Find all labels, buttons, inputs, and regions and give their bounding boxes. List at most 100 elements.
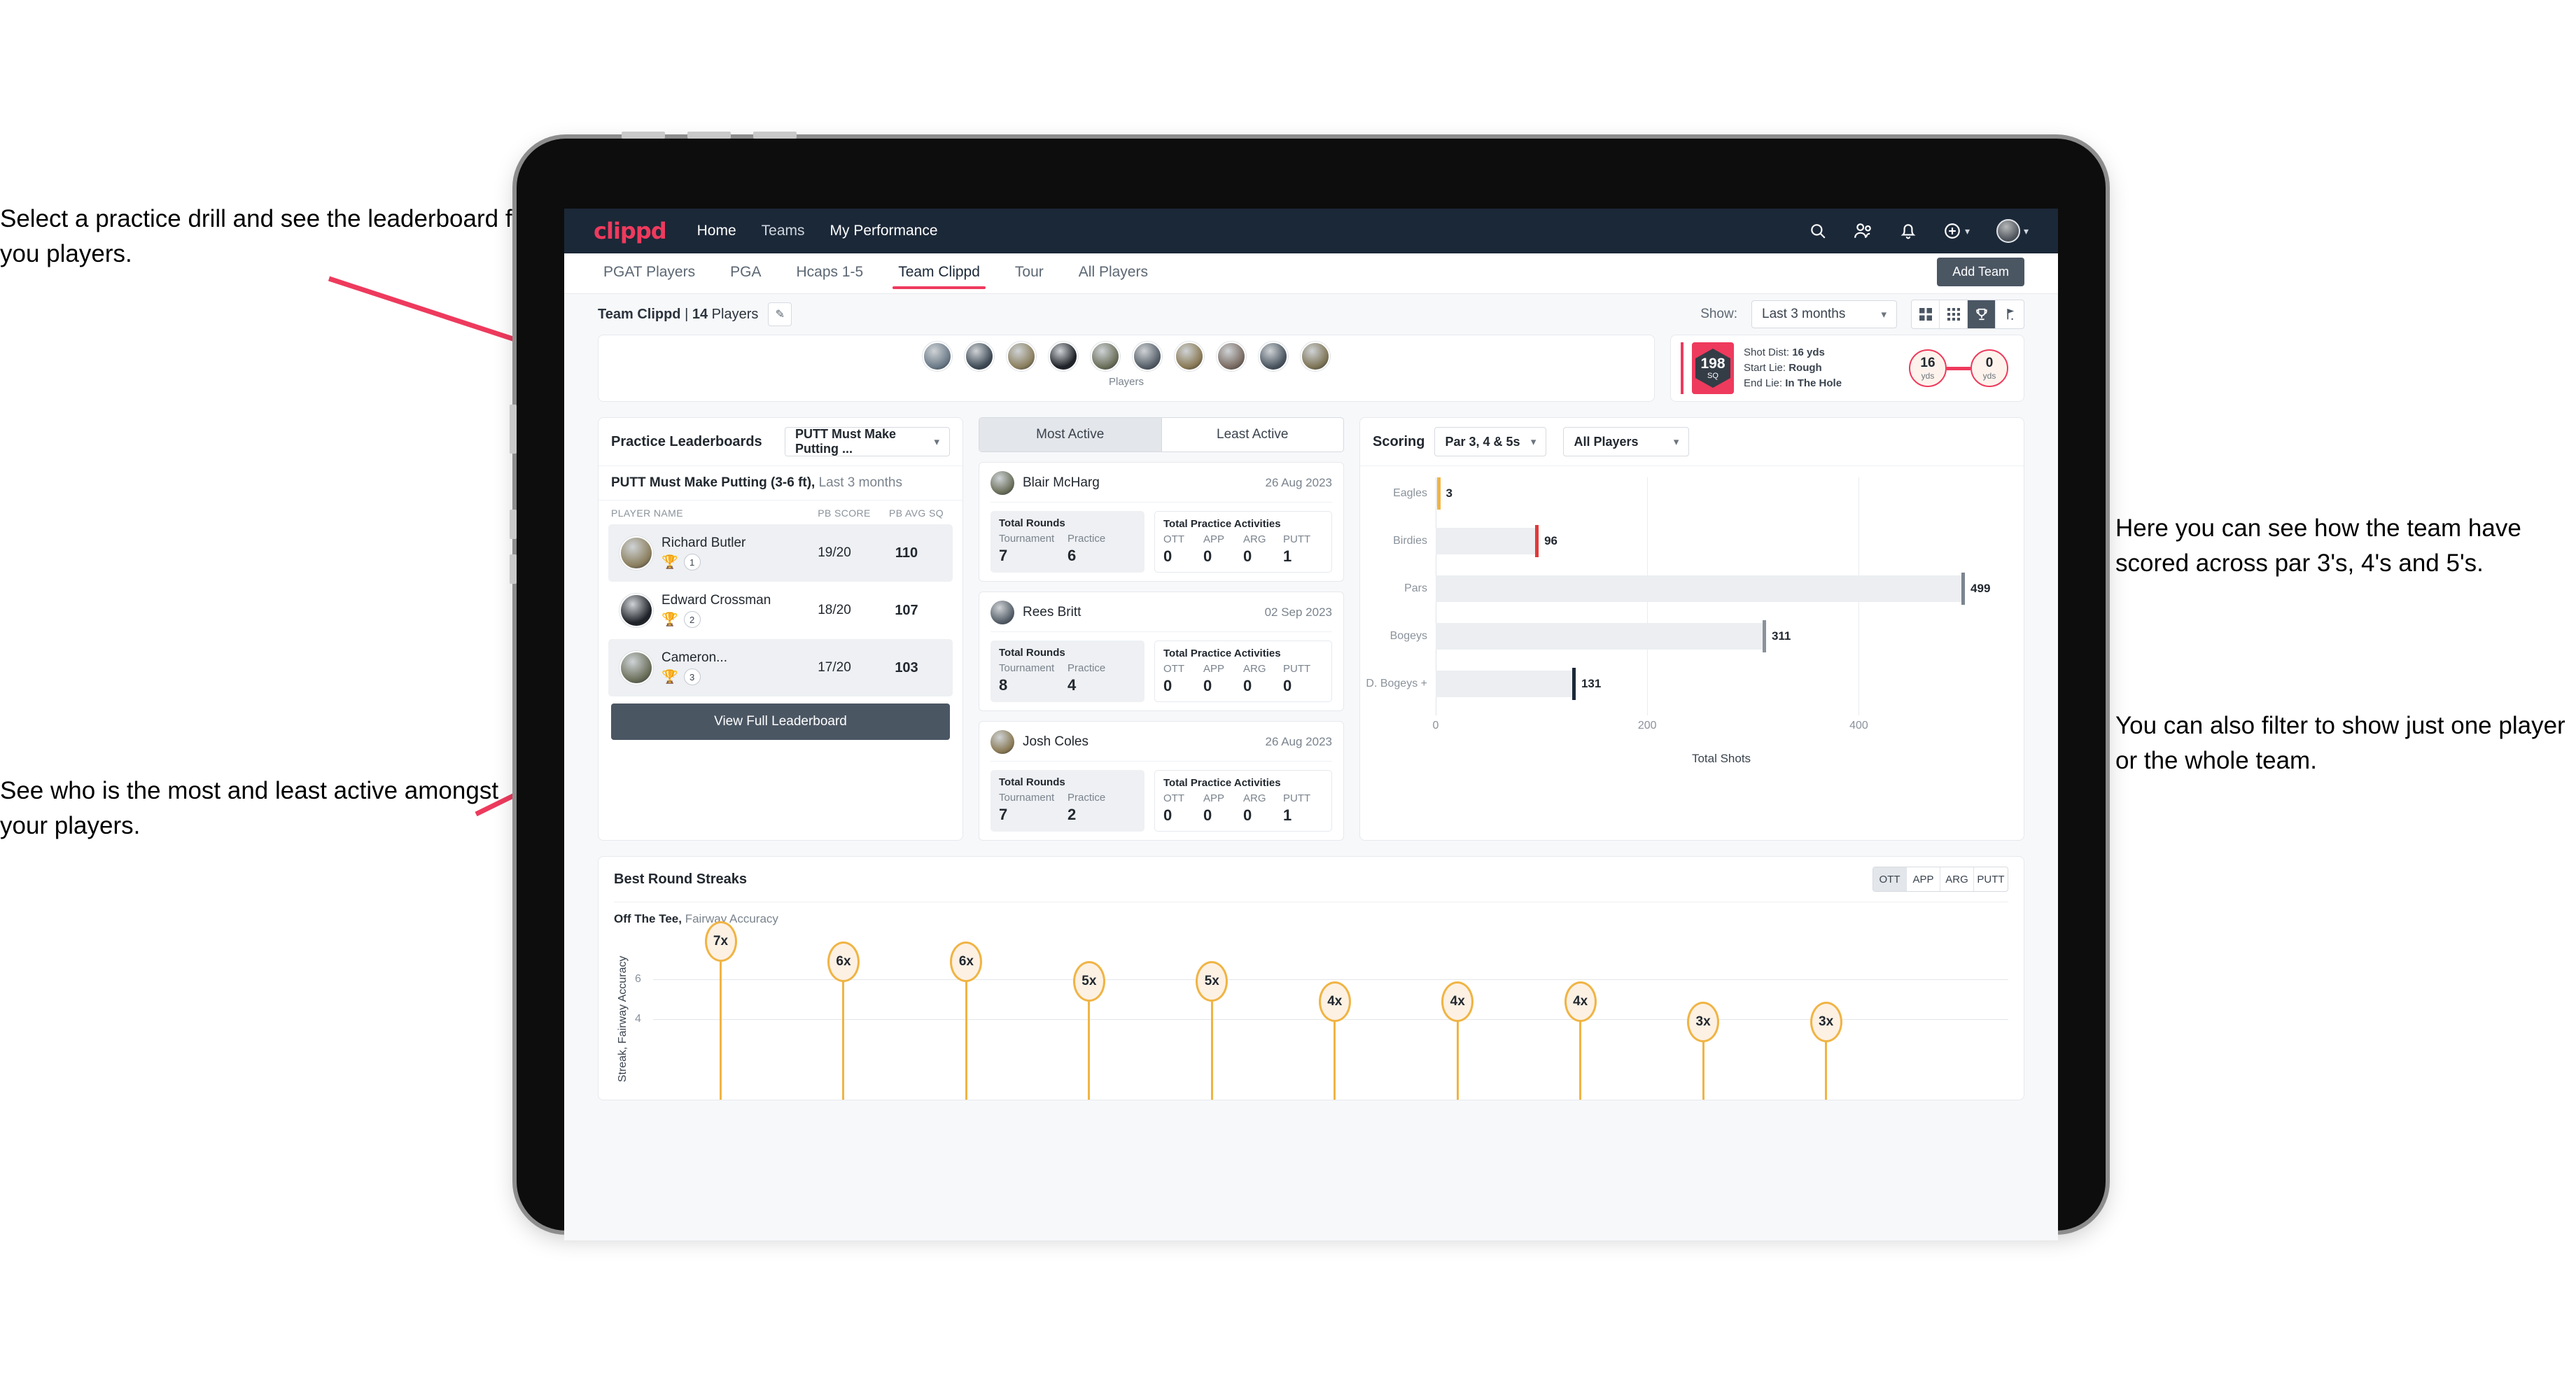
flag-icon[interactable] [1996, 300, 2024, 328]
list-item[interactable]: Blair McHarg 26 Aug 2023 Total Rounds Tourn… [979, 462, 1344, 582]
streak-marker[interactable]: 4x [1318, 981, 1351, 1022]
leaderboard-title: Practice Leaderboards [611, 433, 762, 449]
streak-marker[interactable]: 3x [1809, 1001, 1842, 1042]
scoring-bar-cap [1572, 668, 1576, 700]
device-side-button-power [510, 405, 517, 454]
player-avatar[interactable] [1259, 342, 1288, 371]
leaderboard-player: Cameron... 🏆 3 [662, 650, 796, 685]
total-practice-activities-box: Total Practice Activities OTT 0 APP 0 ARG 0 PUT… [1154, 511, 1332, 573]
add-circle-icon[interactable]: ▾ [1943, 222, 1970, 240]
tab-tour[interactable]: Tour [1009, 260, 1049, 289]
practice-col: Practice 2 [1068, 792, 1136, 824]
tab-hcaps-1-5[interactable]: Hcaps 1-5 [790, 260, 869, 289]
practice-activity-values: OTT 0 APP 0 ARG 0 PUTT 0 [1163, 663, 1323, 695]
ott-value: 0 [1163, 677, 1172, 694]
tab-pga[interactable]: PGA [724, 260, 766, 289]
player-avatar[interactable] [1007, 342, 1036, 371]
device-button-2 [687, 132, 731, 139]
scoring-category-label: Bogeys [1390, 630, 1427, 642]
pb-score: 18/20 [818, 603, 851, 617]
player-avatar[interactable] [1133, 342, 1162, 371]
scoring-bar-value: 499 [1970, 582, 1991, 595]
scoring-bar [1436, 623, 1765, 650]
scoring-bar-chart: Eagles 3 Birdies 96 Pars 499 Bogeys 311 D. Bogey… [1360, 477, 2007, 715]
player-avatar[interactable] [1217, 342, 1246, 371]
streaks-metric-name: Fairway Accuracy [685, 912, 778, 925]
streak-marker[interactable]: 5x [1196, 961, 1228, 1002]
avatar [990, 471, 1014, 495]
list-item[interactable]: Rees Britt 02 Sep 2023 Total Rounds Tournam… [979, 592, 1344, 711]
date-range-select[interactable]: Last 3 months ▾ [1751, 300, 1897, 328]
grid-small-icon[interactable] [1940, 300, 1968, 328]
player-filter-select[interactable]: All Players ▾ [1563, 427, 1690, 456]
player-avatar[interactable] [965, 342, 994, 371]
tournament-col: Tournament 8 [999, 662, 1068, 694]
player-avatar[interactable] [1175, 342, 1204, 371]
nav-link-teams[interactable]: Teams [762, 223, 805, 239]
nav-link-home[interactable]: Home [697, 223, 736, 239]
streak-marker[interactable]: 6x [950, 941, 983, 982]
add-team-button[interactable]: Add Team [1937, 258, 2024, 286]
leaderboard-rows: Richard Butler 🏆 1 19/20 110 Edward Crossman 🏆… [598, 524, 962, 696]
streak-marker[interactable]: 4x [1564, 981, 1597, 1022]
streak-marker[interactable]: 4x [1441, 981, 1474, 1022]
bell-icon[interactable] [1900, 222, 1917, 240]
practice-col: Practice 4 [1068, 662, 1136, 694]
player-avatar[interactable] [1091, 342, 1120, 371]
ott-col: OTT 0 [1163, 792, 1203, 825]
clippd-logo[interactable]: clippd [594, 218, 667, 244]
streak-toggle-app[interactable]: APP [1907, 867, 1940, 891]
scoring-bar-row: Eagles 3 [1360, 477, 2007, 510]
total-rounds-title: Total Rounds [999, 776, 1065, 788]
table-row[interactable]: Edward Crossman 🏆 2 18/20 107 [608, 582, 953, 639]
par-filter-select[interactable]: Par 3, 4 & 5s ▾ [1434, 427, 1547, 456]
scoring-bar-cap [1436, 477, 1441, 510]
scoring-bar-track: 311 [1436, 620, 2007, 652]
grid-large-icon[interactable] [1912, 300, 1940, 328]
distance-to-value: 0 [1985, 355, 1994, 370]
table-row[interactable]: Cameron... 🏆 3 17/20 103 [608, 639, 953, 696]
streak-marker[interactable]: 3x [1687, 1001, 1720, 1042]
trophy-icon[interactable] [1968, 300, 1996, 328]
streak-stem [1334, 1019, 1336, 1100]
column-player-name: PLAYER NAME [611, 507, 683, 519]
players-caption: Players [1108, 376, 1144, 388]
show-label: Show: [1700, 307, 1737, 321]
player-avatar[interactable] [923, 342, 952, 371]
streak-toggle-putt[interactable]: PUTT [1974, 867, 2008, 891]
streak-toggle-ott[interactable]: OTT [1873, 867, 1907, 891]
tab-pgat-players[interactable]: PGAT Players [598, 260, 701, 289]
list-item[interactable]: Josh Coles 26 Aug 2023 Total Rounds Tournam… [979, 721, 1344, 841]
streak-stem [842, 979, 845, 1100]
nav-link-my-performance[interactable]: My Performance [830, 223, 938, 239]
pencil-icon[interactable]: ✎ [768, 302, 792, 326]
avatar[interactable]: ▾ [1996, 219, 2029, 243]
trophy-icon: 🏆 [662, 669, 678, 685]
streak-marker[interactable]: 6x [827, 941, 860, 982]
drill-select[interactable]: PUTT Must Make Putting ... ▾ [785, 427, 950, 456]
avatar [621, 538, 652, 568]
streak-marker[interactable]: 7x [704, 920, 737, 962]
tab-least-active[interactable]: Least Active [1161, 418, 1344, 451]
ott-label: OTT [1163, 663, 1184, 675]
tab-all-players[interactable]: All Players [1073, 260, 1154, 289]
streaks-gridline [653, 979, 2008, 980]
search-icon[interactable] [1809, 222, 1827, 240]
streaks-category-toggle: OTT APP ARG PUTT [1872, 867, 2008, 892]
view-full-leaderboard-button[interactable]: View Full Leaderboard [611, 704, 950, 740]
streak-toggle-arg[interactable]: ARG [1940, 867, 1974, 891]
app-label: APP [1203, 663, 1225, 675]
scoring-bar-value: 3 [1446, 486, 1452, 500]
shot-dist-value: 16 yds [1792, 346, 1825, 359]
scoring-bar [1436, 671, 1574, 697]
table-row[interactable]: Richard Butler 🏆 1 19/20 110 [608, 524, 953, 582]
streak-stem [1702, 1039, 1704, 1100]
player-avatar[interactable] [1301, 342, 1330, 371]
player-avatar[interactable] [1049, 342, 1078, 371]
practice-label: Practice [1068, 533, 1106, 545]
streak-marker[interactable]: 5x [1072, 961, 1105, 1002]
tab-team-clippd[interactable]: Team Clippd [892, 260, 986, 289]
tab-most-active[interactable]: Most Active [979, 418, 1161, 451]
people-icon[interactable] [1854, 222, 1873, 240]
tablet-device-frame: clippd Home Teams My Performance ▾ ▾ PGA… [510, 132, 2106, 1240]
